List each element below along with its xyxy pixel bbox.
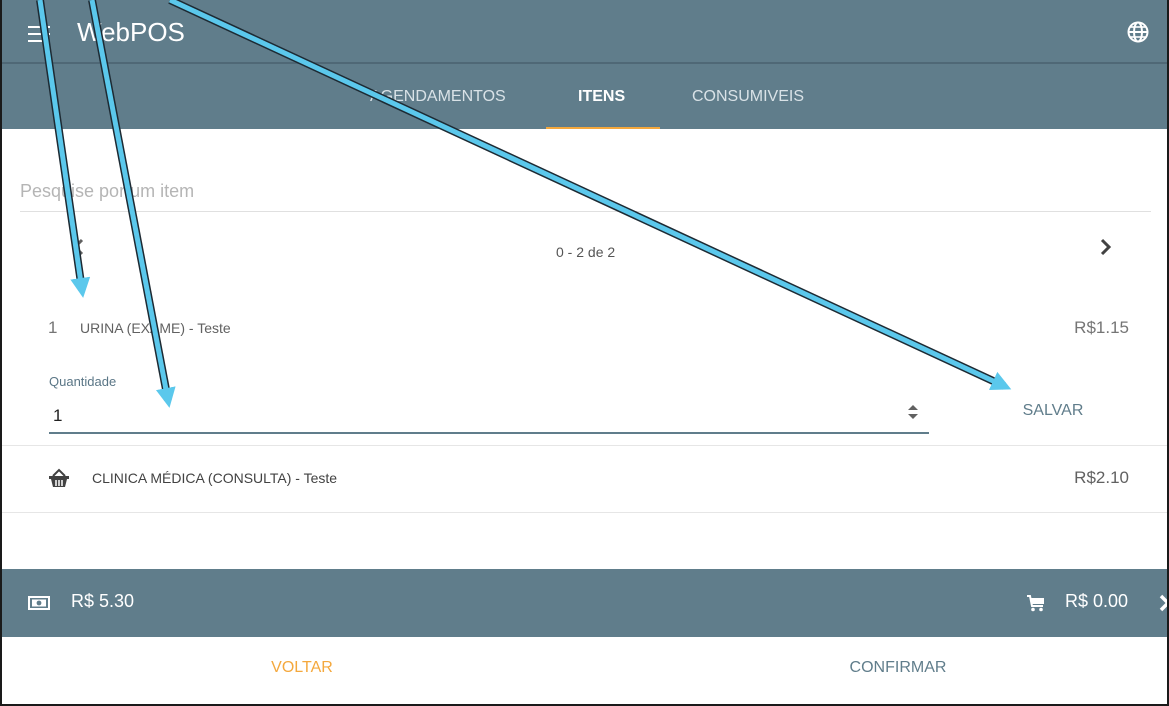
cart-icon[interactable]: [1026, 594, 1046, 612]
basket-icon: [49, 468, 69, 487]
chevron-right-icon[interactable]: [1158, 593, 1169, 613]
item-quantity: 1: [48, 318, 58, 337]
divider: [2, 445, 1167, 446]
item-price: R$1.15: [1074, 318, 1129, 337]
order-total: R$ 5.30: [71, 591, 135, 611]
pagination-range: 0 - 2 de 2: [556, 244, 616, 260]
tab-agendamentos[interactable]: AGENDAMENTOS: [370, 88, 506, 106]
top-app-bar: WebPOS: [2, 0, 1167, 64]
tab-consumiveis[interactable]: CONSUMIVEIS: [692, 88, 804, 106]
item-name[interactable]: URINA (EXAME) - Teste: [80, 320, 231, 336]
item-price: R$2.10: [1074, 468, 1129, 487]
chevron-left-icon[interactable]: [64, 232, 94, 262]
divider: [2, 512, 1167, 513]
menu-icon[interactable]: [28, 24, 50, 44]
confirm-button[interactable]: CONFIRMAR: [828, 650, 968, 686]
quantity-label: Quantidade: [49, 374, 117, 389]
summary-bar: R$ 5.30 R$ 0.00: [2, 569, 1169, 637]
globe-icon[interactable]: [1127, 21, 1149, 43]
money-icon: [28, 596, 50, 610]
item-name[interactable]: CLINICA MÉDICA (CONSULTA) - Teste: [92, 470, 337, 486]
tab-bar: AGENDAMENTOS ITENS CONSUMIVEIS: [2, 64, 1167, 129]
search-input[interactable]: [20, 172, 1151, 212]
app-title: WebPOS: [77, 17, 185, 47]
save-button[interactable]: SALVAR: [1008, 396, 1098, 426]
cart-total[interactable]: R$ 0.00: [1065, 591, 1128, 612]
quantity-field[interactable]: [49, 400, 929, 434]
chevron-right-icon[interactable]: [1092, 234, 1118, 260]
webpos-window: WebPOS AGENDAMENTOS ITENS CONSUMIVEIS 0 …: [0, 0, 1169, 706]
tab-itens[interactable]: ITENS: [578, 88, 625, 106]
back-button[interactable]: VOLTAR: [232, 650, 372, 686]
spinner-arrows-icon[interactable]: [906, 403, 920, 421]
active-tab-indicator: [546, 127, 660, 129]
